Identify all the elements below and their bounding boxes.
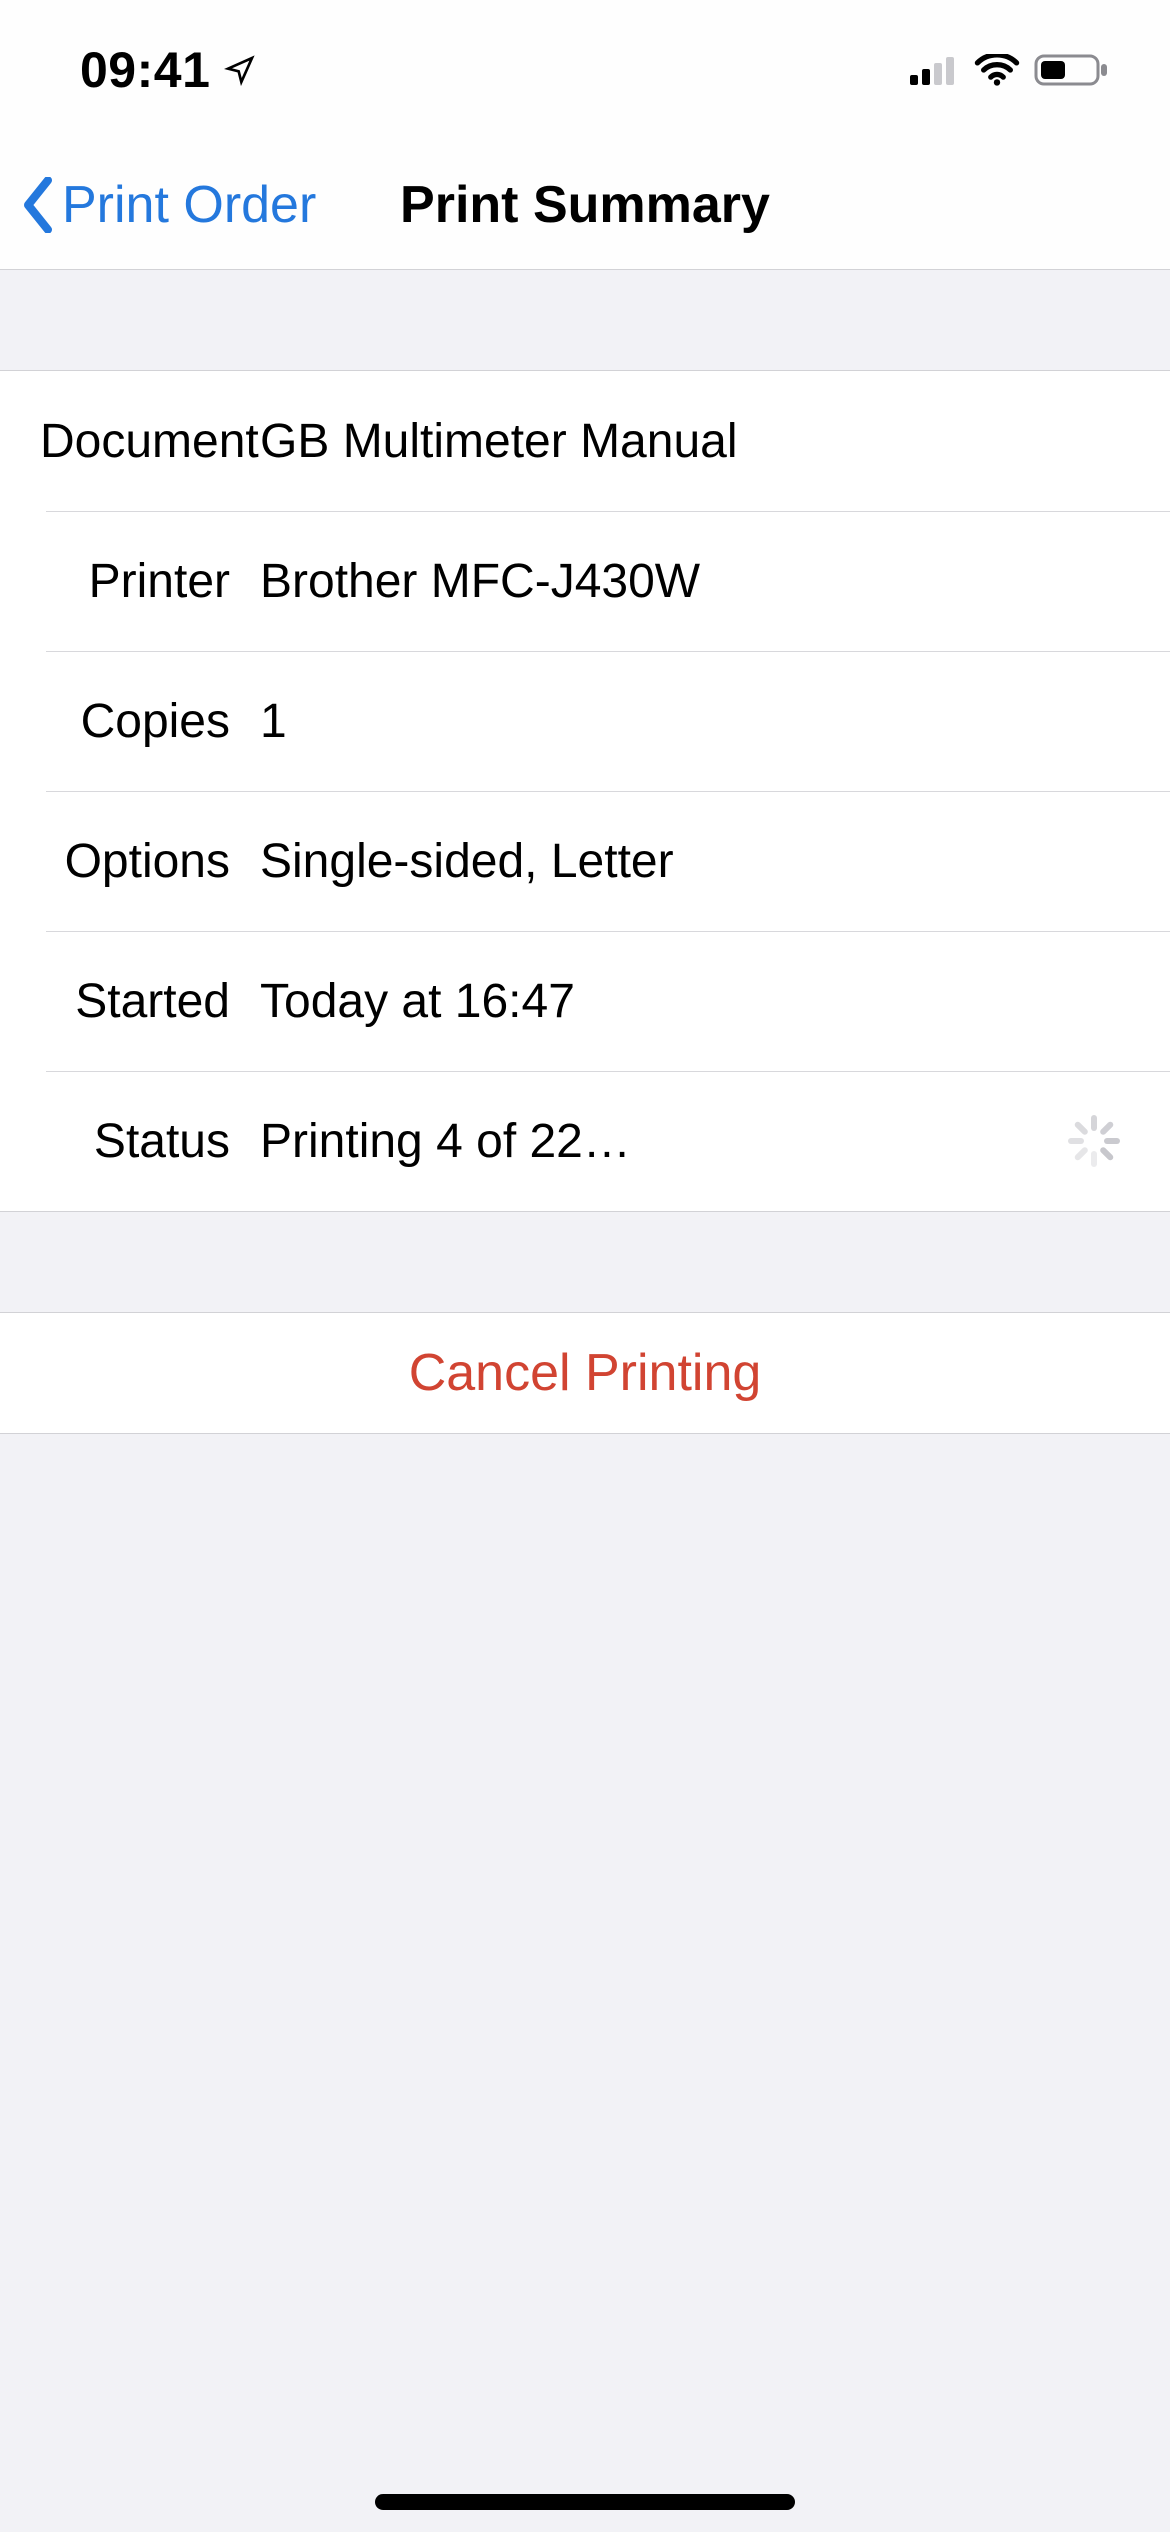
back-button[interactable]: Print Order (0, 175, 316, 235)
status-bar: 09:41 (0, 0, 1170, 140)
cancel-printing-button[interactable]: Cancel Printing (409, 1343, 762, 1403)
row-value: Printing 4 of 22… (260, 1114, 1064, 1169)
detail-list: Document GB Multimeter Manual Printer Br… (0, 370, 1170, 1212)
row-label: Options (40, 834, 260, 889)
back-button-label: Print Order (62, 175, 316, 235)
row-label: Document (40, 414, 260, 469)
location-icon (224, 54, 256, 86)
detail-row-started: Started Today at 16:47 (0, 931, 1170, 1071)
detail-row-copies: Copies 1 (0, 651, 1170, 791)
row-value: GB Multimeter Manual (260, 414, 1130, 469)
row-label: Status (40, 1114, 260, 1169)
row-value: 1 (260, 694, 1130, 749)
detail-row-status: Status Printing 4 of 22… (0, 1071, 1170, 1211)
row-label: Copies (40, 694, 260, 749)
battery-icon (1034, 52, 1110, 88)
detail-row-printer: Printer Brother MFC-J430W (0, 511, 1170, 651)
action-list: Cancel Printing (0, 1312, 1170, 1434)
loading-spinner-icon (1064, 1115, 1124, 1167)
row-label: Printer (40, 554, 260, 609)
action-row-cancel[interactable]: Cancel Printing (0, 1313, 1170, 1433)
home-indicator[interactable] (375, 2494, 795, 2510)
detail-row-options: Options Single-sided, Letter (0, 791, 1170, 931)
screen: 09:41 (0, 0, 1170, 2532)
status-time: 09:41 (80, 41, 210, 99)
cellular-signal-icon (910, 55, 960, 85)
status-bar-right (910, 52, 1110, 88)
detail-row-document: Document GB Multimeter Manual (0, 371, 1170, 511)
row-value: Single-sided, Letter (260, 834, 1130, 889)
status-bar-left: 09:41 (80, 41, 256, 99)
row-value: Today at 16:47 (260, 974, 1130, 1029)
row-label: Started (40, 974, 260, 1029)
section-gap (0, 270, 1170, 370)
nav-bar: Print Order Print Summary (0, 140, 1170, 270)
chevron-left-icon (20, 177, 56, 233)
section-gap (0, 1212, 1170, 1312)
wifi-icon (974, 54, 1020, 86)
row-value: Brother MFC-J430W (260, 554, 1130, 609)
